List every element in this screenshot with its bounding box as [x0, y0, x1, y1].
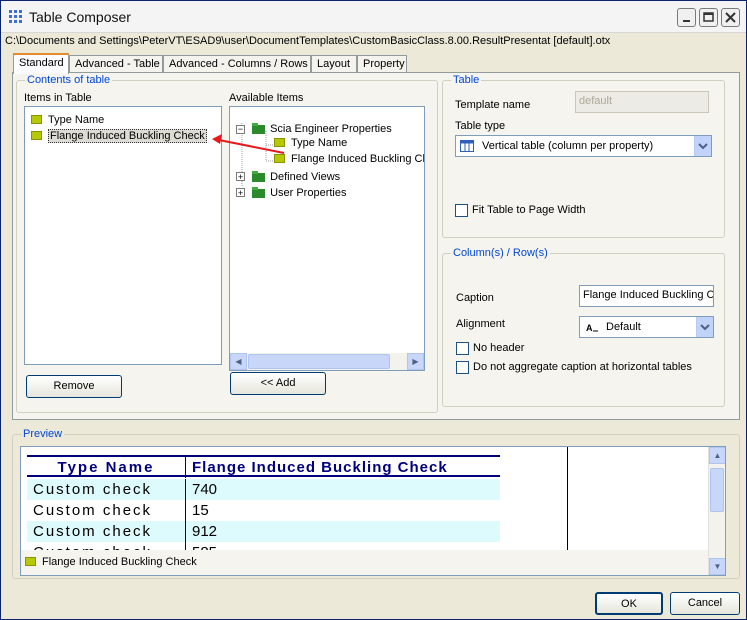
maximize-icon	[703, 12, 714, 22]
table-legend: Table	[451, 74, 482, 86]
scroll-thumb[interactable]	[248, 354, 390, 369]
chevron-down-icon[interactable]	[694, 136, 711, 156]
add-button[interactable]: << Add	[230, 372, 326, 395]
preview-row: Custom check 15	[27, 500, 500, 521]
contents-legend: Contents of table	[25, 74, 113, 86]
caption-field[interactable]: Flange Induced Buckling C	[579, 285, 714, 307]
preview-cell: 912	[185, 521, 500, 542]
table-type-label: Table type	[455, 120, 506, 132]
column-row-legend: Column(s) / Row(s)	[451, 247, 550, 259]
no-header-checkbox[interactable]	[456, 342, 469, 355]
preview-area: Type Name Flange Induced Buckling Check …	[20, 446, 726, 576]
tab-property[interactable]: Property	[357, 55, 407, 73]
caption-label: Caption	[456, 292, 494, 304]
preview-header-cell: Flange Induced Buckling Check	[185, 457, 500, 478]
template-path: C:\Documents and Settings\PeterVT\ESAD9\…	[5, 35, 611, 47]
preview-row: Custom check 740	[27, 479, 500, 500]
preview-cell: Custom check	[33, 502, 153, 519]
table-group: Table Template name default Table type V…	[442, 74, 725, 238]
fit-table-label: Fit Table to Page Width	[472, 204, 586, 216]
remove-button[interactable]: Remove	[26, 375, 122, 398]
tree-horizontal-scrollbar[interactable]: ◀ ▶	[230, 353, 424, 370]
preview-group: Preview Type Name Flange Induced Bucklin…	[12, 428, 740, 579]
title-bar[interactable]: Table Composer	[1, 1, 746, 33]
close-icon	[725, 12, 736, 23]
fit-table-checkbox[interactable]	[455, 204, 468, 217]
expand-icon[interactable]: +	[236, 188, 245, 198]
template-name-field[interactable]: default	[575, 91, 709, 113]
available-items-label: Available Items	[229, 92, 304, 104]
preview-row: Custom check 912	[27, 521, 500, 542]
scroll-right-icon[interactable]: ▶	[407, 353, 424, 370]
preview-header-row: Type Name Flange Induced Buckling Check	[27, 455, 500, 478]
preview-cell: 740	[185, 479, 500, 500]
items-in-table-label: Items in Table	[24, 92, 92, 104]
tree-node-flange-induced-buckling[interactable]: Flange Induced Buckling Ch	[274, 153, 424, 169]
alignment-select[interactable]: A Default	[579, 316, 714, 338]
close-button[interactable]	[721, 8, 740, 27]
minimize-button[interactable]	[677, 8, 696, 27]
scroll-up-icon[interactable]: ▲	[709, 447, 725, 464]
table-icon	[460, 140, 474, 152]
window-title: Table Composer	[29, 9, 131, 25]
items-in-table-list[interactable]: Type Name Flange Induced Buckling Check	[24, 106, 222, 365]
list-item[interactable]: Type Name	[31, 114, 104, 130]
cancel-button[interactable]: Cancel	[670, 592, 740, 615]
tab-advanced-table[interactable]: Advanced - Table	[69, 55, 163, 73]
preview-cell: Custom check	[33, 523, 153, 540]
table-type-select[interactable]: Vertical table (column per property)	[455, 135, 712, 157]
expand-icon[interactable]: +	[236, 172, 245, 182]
tab-advanced-columns-rows[interactable]: Advanced - Columns / Rows	[163, 55, 311, 73]
red-arrow-annotation	[212, 134, 285, 154]
alignment-value: Default	[606, 321, 641, 333]
maximize-button[interactable]	[699, 8, 718, 27]
preview-vertical-scrollbar[interactable]: ▲ ▼	[708, 447, 725, 575]
preview-cell: 15	[185, 500, 500, 521]
property-icon	[31, 131, 42, 140]
scroll-thumb[interactable]	[710, 468, 724, 512]
preview-footer: Flange Induced Buckling Check	[21, 550, 708, 575]
tree-node-user-properties[interactable]: + User Properties	[236, 185, 346, 201]
table-type-value: Vertical table (column per property)	[482, 140, 654, 152]
align-text-icon: A	[586, 323, 598, 333]
minimize-icon	[683, 20, 690, 22]
tab-standard[interactable]: Standard	[13, 53, 69, 74]
no-aggregate-checkbox[interactable]	[456, 361, 469, 374]
template-name-label: Template name	[455, 99, 531, 111]
ok-button[interactable]: OK	[595, 592, 663, 615]
svg-text:A: A	[586, 323, 593, 333]
no-header-label: No header	[473, 342, 525, 354]
tree-node-defined-views[interactable]: + Defined Views	[236, 169, 340, 185]
standard-tab-panel: Contents of table Items in Table Type Na…	[12, 72, 740, 420]
preview-cell: Custom check	[33, 481, 153, 498]
scroll-down-icon[interactable]: ▼	[709, 558, 725, 575]
folder-icon	[252, 187, 266, 198]
list-item-selected[interactable]: Flange Induced Buckling Check	[31, 129, 207, 146]
chevron-down-icon[interactable]	[696, 317, 713, 337]
table-composer-window: Table Composer C:\Documents and Settings…	[0, 0, 747, 620]
scroll-left-icon[interactable]: ◀	[230, 353, 247, 370]
tab-layout[interactable]: Layout	[311, 55, 357, 73]
preview-legend: Preview	[21, 428, 65, 440]
preview-footer-item: Flange Induced Buckling Check	[25, 556, 197, 572]
column-row-group: Column(s) / Row(s) Caption Flange Induce…	[442, 247, 725, 407]
preview-header-cell: Type Name	[57, 459, 155, 476]
grid-app-icon	[9, 10, 22, 23]
folder-icon	[252, 171, 266, 182]
no-aggregate-label: Do not aggregate caption at horizontal t…	[473, 361, 692, 373]
alignment-label: Alignment	[456, 318, 505, 330]
property-icon	[25, 557, 36, 566]
property-icon	[31, 115, 42, 124]
